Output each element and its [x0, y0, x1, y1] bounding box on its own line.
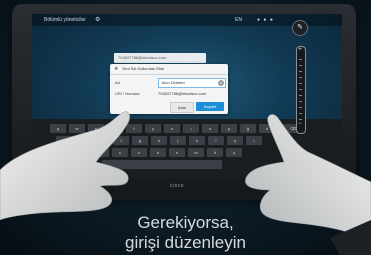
volume-tick: [299, 101, 302, 102]
add-favorite-dialog: ★ Yeni Sık Kullanılan Ekle Ad John Delet…: [110, 64, 228, 114]
caption-line-1: Gerekiyorsa,: [137, 213, 234, 232]
volume-tick: [299, 107, 302, 108]
tutorial-caption: Gerekiyorsa, girişi düzenleyin: [0, 213, 371, 253]
microphone-mute-icon[interactable]: ✎: [292, 20, 308, 36]
name-label: Ad: [115, 80, 120, 85]
gear-icon[interactable]: ⚙: [95, 14, 100, 26]
volume-tick: [299, 59, 302, 60]
left-hand-illustration: [0, 111, 130, 220]
volume-tick: [299, 83, 302, 84]
star-icon: ★: [114, 66, 119, 72]
dialog-header: ★ Yeni Sık Kullanılan Ekle: [110, 64, 228, 75]
caption-line-2: girişi düzenleyin: [125, 233, 246, 252]
volume-tick: [299, 65, 302, 66]
uri-input[interactable]: 704537788@infocisco.com: [158, 91, 206, 96]
tutorial-scene: Bölümlü yöneticiler ⚙ EN ● ● ● 704537788…: [0, 0, 371, 255]
status-language: EN: [235, 17, 242, 23]
volume-tick: [299, 89, 302, 90]
name-input[interactable]: John Deleted ×: [158, 78, 226, 88]
save-button[interactable]: Kaydet: [196, 102, 224, 111]
volume-tick: [299, 77, 302, 78]
volume-tick: [299, 71, 302, 72]
status-dots: ● ● ●: [257, 17, 274, 23]
clear-icon[interactable]: ×: [218, 80, 224, 86]
status-title: Bölümlü yöneticiler: [44, 17, 86, 23]
name-value: John Deleted: [161, 80, 185, 85]
uri-label: URI / Numara: [115, 91, 140, 96]
dialog-title: Yeni Sık Kullanılan Ekle: [122, 66, 165, 71]
background-address-field: 704537788@infocisco.com: [114, 53, 206, 63]
volume-tick: [299, 95, 302, 96]
volume-up-icon[interactable]: +: [294, 47, 306, 53]
